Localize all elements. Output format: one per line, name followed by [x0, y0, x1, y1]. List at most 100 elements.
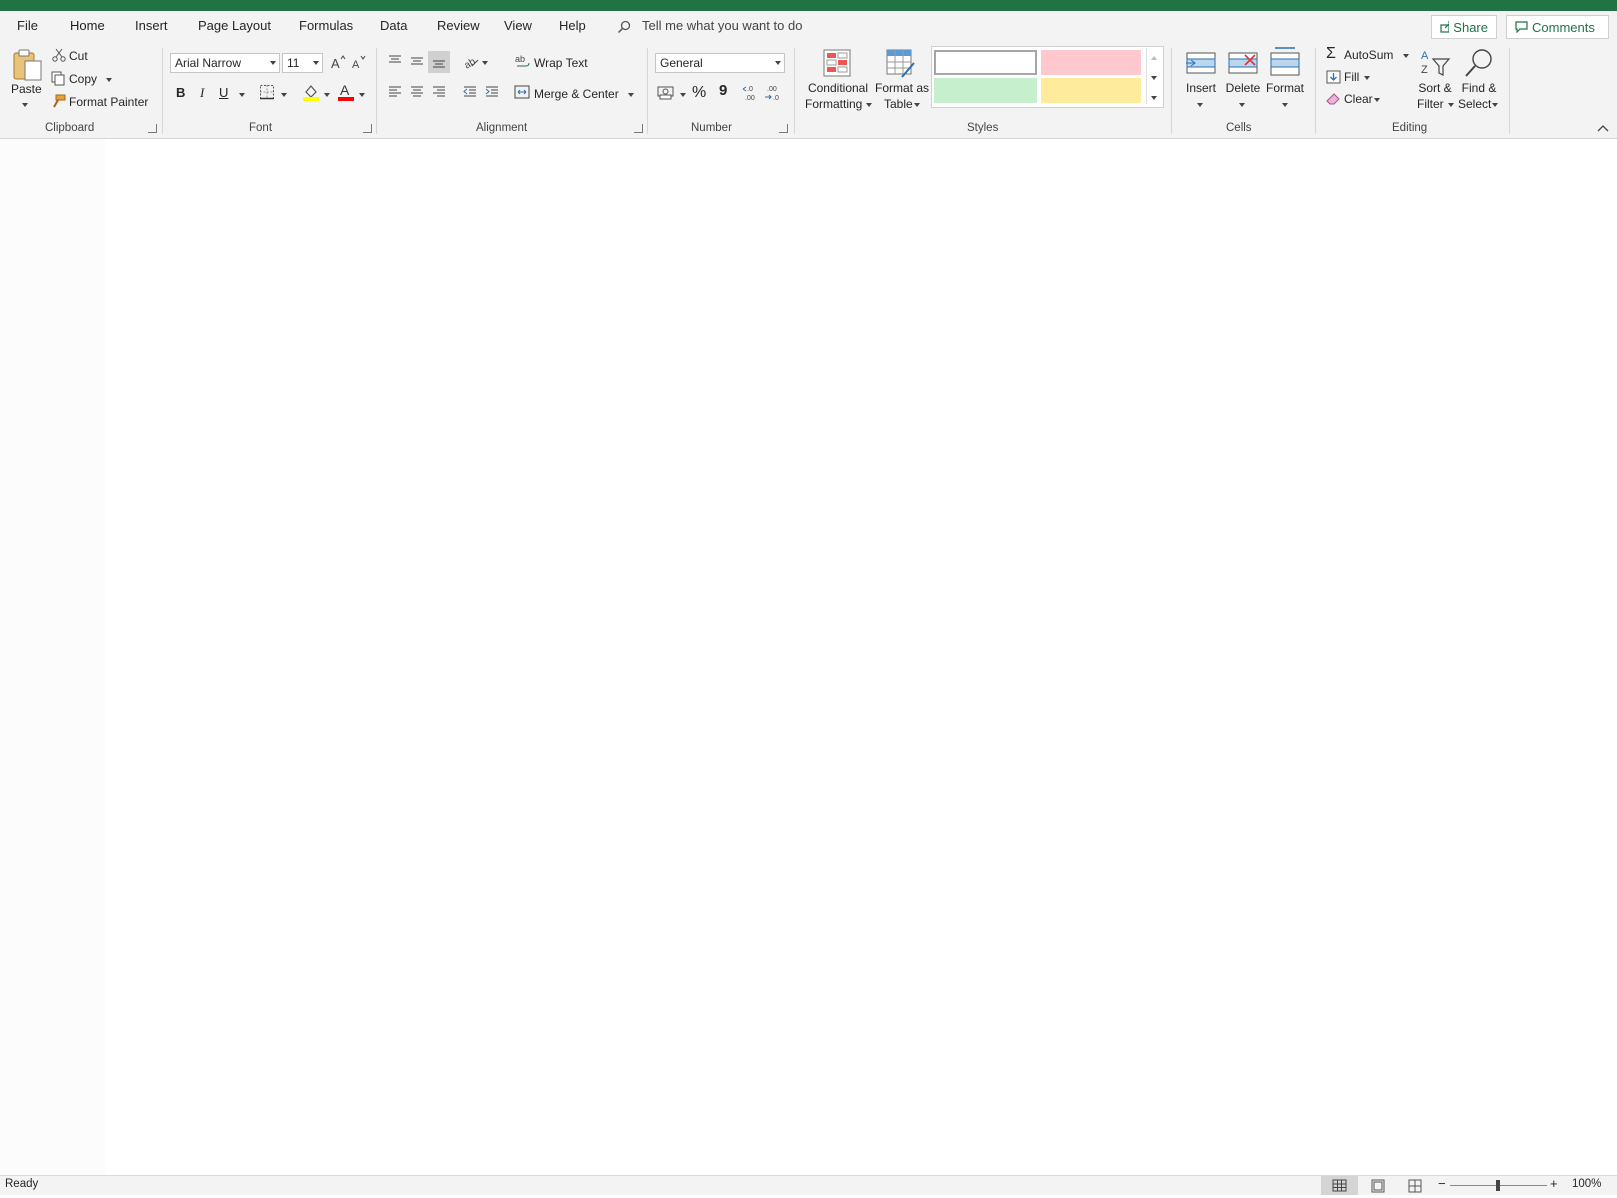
fill-color-icon[interactable] [302, 83, 320, 101]
comments-button[interactable]: Comments [1506, 15, 1609, 39]
accounting-format-icon[interactable] [657, 84, 675, 100]
copy-dropdown-icon[interactable] [106, 78, 112, 82]
gallery-more-icon[interactable] [1151, 96, 1157, 100]
tab-file[interactable]: File [17, 18, 38, 33]
zoom-in-button[interactable]: + [1550, 1176, 1558, 1191]
font-family-select[interactable]: Arial Narrow [170, 53, 280, 73]
align-right-icon[interactable] [431, 84, 447, 100]
ribbon: Paste Cut Copy Format Painter Clipboard … [0, 44, 1617, 139]
decrease-font-size-icon[interactable]: A [351, 54, 367, 70]
delete-cells-button[interactable]: Delete [1220, 81, 1266, 95]
decrease-indent-icon[interactable] [462, 84, 478, 100]
tab-help[interactable]: Help [559, 18, 586, 33]
insert-dropdown-icon[interactable] [1197, 103, 1203, 107]
font-launcher-icon[interactable] [363, 124, 372, 133]
increase-indent-icon[interactable] [484, 84, 500, 100]
alignment-launcher-icon[interactable] [634, 124, 643, 133]
chevron-down-icon [313, 61, 319, 65]
style-neutral[interactable] [1041, 78, 1141, 103]
paste-icon[interactable] [11, 48, 43, 82]
zoom-out-button[interactable]: − [1438, 1176, 1446, 1191]
page-layout-view-icon[interactable] [1370, 1179, 1386, 1193]
paste-dropdown-icon[interactable] [22, 103, 28, 107]
gallery-scroll[interactable] [1146, 48, 1161, 104]
borders-dropdown-icon[interactable] [281, 93, 287, 97]
align-top-icon[interactable] [387, 53, 403, 69]
increase-font-size-icon[interactable]: A [330, 54, 346, 70]
merge-dropdown-icon[interactable] [628, 93, 634, 97]
gallery-up-icon[interactable] [1151, 56, 1157, 60]
find-select-label-1[interactable]: Find & [1456, 81, 1502, 95]
percent-style-button[interactable]: % [692, 84, 706, 102]
decrease-decimal-icon[interactable]: .00 .0 [764, 84, 784, 102]
wrap-text-button[interactable]: Wrap Text [534, 56, 588, 70]
format-as-table-label-2[interactable]: Table [884, 97, 913, 111]
fill-dropdown-icon[interactable] [1364, 76, 1370, 80]
comma-style-button[interactable]: 9 [719, 82, 727, 99]
tab-insert[interactable]: Insert [135, 18, 168, 33]
tab-home[interactable]: Home [70, 18, 105, 33]
format-dropdown-icon[interactable] [1282, 103, 1288, 107]
orientation-dropdown-icon[interactable] [482, 61, 488, 65]
page-break-view-icon[interactable] [1407, 1179, 1423, 1193]
eraser-icon [1326, 93, 1340, 105]
clear-button[interactable]: Clear [1344, 92, 1373, 106]
conditional-formatting-label-1[interactable]: Conditional [805, 81, 871, 95]
worksheet-area[interactable] [0, 139, 1617, 1175]
collapse-ribbon-icon[interactable] [1597, 124, 1609, 132]
align-left-icon[interactable] [387, 84, 403, 100]
number-launcher-icon[interactable] [779, 124, 788, 133]
format-as-table-dropdown-icon[interactable] [914, 103, 920, 107]
style-bad[interactable] [1041, 50, 1141, 75]
underline-dropdown-icon[interactable] [239, 93, 245, 97]
underline-button[interactable]: U [219, 85, 228, 100]
normal-view-button[interactable] [1321, 1176, 1358, 1195]
format-painter-button[interactable]: Format Painter [69, 95, 148, 109]
conditional-formatting-dropdown-icon[interactable] [866, 103, 872, 107]
sort-filter-label-1[interactable]: Sort & [1413, 81, 1457, 95]
increase-decimal-icon[interactable]: .0 .00 [742, 84, 762, 102]
clipboard-launcher-icon[interactable] [148, 124, 157, 133]
find-select-label-2[interactable]: Select [1458, 97, 1491, 111]
format-cells-button[interactable]: Format [1262, 81, 1308, 95]
style-normal[interactable] [934, 50, 1037, 75]
cut-button[interactable]: Cut [69, 49, 88, 63]
orientation-icon[interactable]: ab [462, 53, 480, 69]
align-bottom-button[interactable] [428, 51, 450, 73]
borders-icon[interactable] [259, 84, 275, 100]
zoom-level[interactable]: 100% [1572, 1178, 1601, 1190]
style-good[interactable] [934, 78, 1037, 103]
font-color-dropdown-icon[interactable] [359, 93, 365, 97]
sort-filter-label-2[interactable]: Filter [1417, 97, 1444, 111]
tab-data[interactable]: Data [380, 18, 407, 33]
tell-me-search[interactable]: Tell me what you want to do [642, 18, 802, 33]
clear-dropdown-icon[interactable] [1374, 98, 1380, 102]
font-color-icon[interactable]: A [337, 82, 355, 102]
tab-view[interactable]: View [504, 18, 532, 33]
copy-button[interactable]: Copy [69, 72, 97, 86]
merge-center-button[interactable]: Merge & Center [534, 87, 619, 101]
italic-button[interactable]: I [200, 85, 204, 101]
align-middle-icon[interactable] [409, 53, 425, 69]
paste-label[interactable]: Paste [11, 82, 42, 96]
share-button[interactable]: Share [1431, 15, 1497, 39]
tab-review[interactable]: Review [437, 18, 480, 33]
find-select-dropdown-icon[interactable] [1492, 103, 1498, 107]
tab-page-layout[interactable]: Page Layout [198, 18, 271, 33]
tab-formulas[interactable]: Formulas [299, 18, 353, 33]
bold-button[interactable]: B [176, 85, 185, 100]
sort-filter-dropdown-icon[interactable] [1448, 103, 1454, 107]
format-as-table-label-1[interactable]: Format as [872, 81, 932, 95]
autosum-dropdown-icon[interactable] [1403, 54, 1409, 58]
gallery-down-icon[interactable] [1151, 76, 1157, 80]
delete-dropdown-icon[interactable] [1239, 103, 1245, 107]
autosum-button[interactable]: AutoSum [1344, 48, 1393, 62]
number-format-select[interactable]: General [655, 53, 785, 73]
fill-button[interactable]: Fill [1344, 70, 1359, 84]
conditional-formatting-label-2[interactable]: Formatting [805, 97, 862, 111]
align-center-icon[interactable] [409, 84, 425, 100]
accounting-dropdown-icon[interactable] [680, 93, 686, 97]
insert-cells-button[interactable]: Insert [1178, 81, 1224, 95]
zoom-slider-thumb[interactable] [1496, 1180, 1500, 1191]
fill-color-dropdown-icon[interactable] [324, 93, 330, 97]
